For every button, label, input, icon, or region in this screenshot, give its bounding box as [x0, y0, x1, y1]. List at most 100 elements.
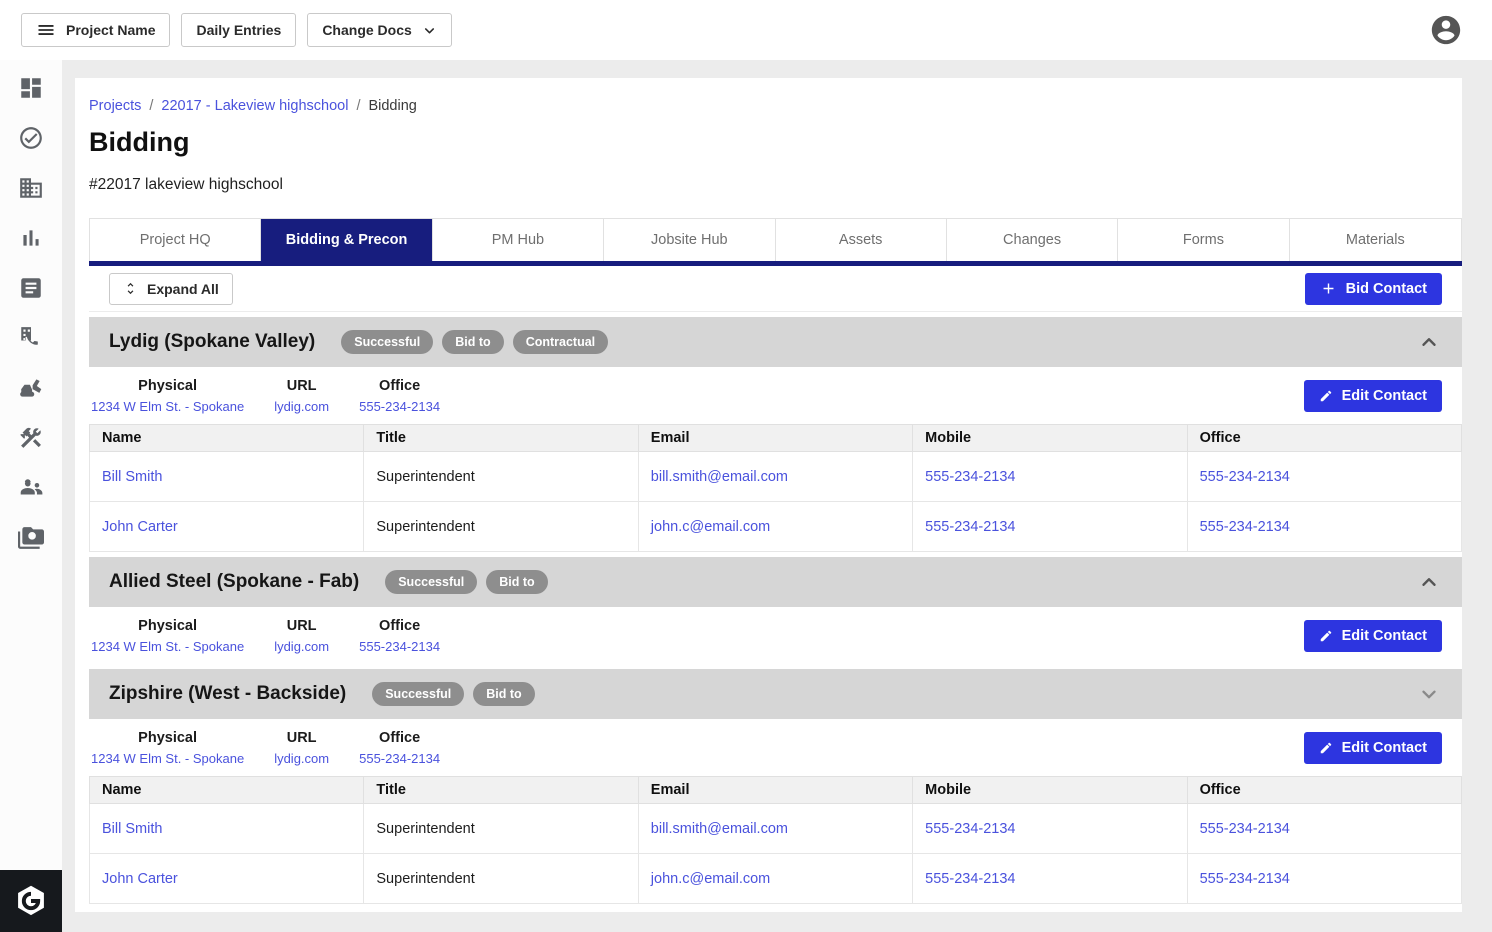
name-link[interactable]: John Carter [90, 502, 364, 552]
column-header-office: Office [1187, 425, 1461, 452]
physical-link[interactable]: 1234 W Elm St. - Spokane [91, 399, 244, 414]
contact-fields: Physical1234 W Elm St. - SpokaneURLlydig… [89, 378, 455, 414]
contact-field-label: Office [359, 730, 440, 746]
tasks-icon[interactable] [18, 125, 44, 151]
office-link[interactable]: 555-234-2134 [1187, 804, 1461, 854]
section-title: Lydig (Spokane Valley) [109, 331, 315, 353]
edit-contact-button[interactable]: Edit Contact [1304, 732, 1442, 764]
edit-contact-button[interactable]: Edit Contact [1304, 380, 1442, 412]
status-badge-successful: Successful [372, 682, 464, 706]
tab-changes[interactable]: Changes [947, 219, 1118, 261]
expand-all-button[interactable]: Expand All [109, 273, 233, 305]
email-link[interactable]: john.c@email.com [638, 854, 912, 904]
hexagon-logo-icon [13, 883, 49, 919]
documents-icon[interactable] [18, 275, 44, 301]
chevron-down-icon[interactable] [1418, 683, 1440, 705]
office-link[interactable]: 555-234-2134 [1187, 452, 1461, 502]
chevron-up-icon[interactable] [1418, 571, 1440, 593]
tab-materials[interactable]: Materials [1290, 219, 1461, 261]
office-link[interactable]: 555-234-2134 [359, 639, 440, 654]
chevron-up-icon[interactable] [1418, 331, 1440, 353]
tools-icon[interactable] [18, 425, 44, 451]
contact-field-label: Physical [91, 618, 244, 634]
project-name-button[interactable]: Project Name [21, 13, 170, 47]
tab-bidding-precon[interactable]: Bidding & Precon [261, 219, 432, 261]
contact-field-office: Office 555-234-2134 [359, 618, 440, 654]
status-badge-bid-to: Bid to [442, 330, 503, 354]
mobile-link[interactable]: 555-234-2134 [913, 854, 1187, 904]
bid-contact-button[interactable]: Bid Contact [1305, 273, 1442, 305]
title-cell: Superintendent [364, 854, 638, 904]
column-header-email: Email [638, 425, 912, 452]
change-docs-label: Change Docs [322, 22, 411, 38]
column-header-title: Title [364, 777, 638, 804]
breadcrumb-item-bidding: Bidding [368, 98, 416, 114]
tab-pm-hub[interactable]: PM Hub [433, 219, 604, 261]
column-header-email: Email [638, 777, 912, 804]
pencil-icon [1319, 629, 1333, 643]
tab-forms[interactable]: Forms [1118, 219, 1289, 261]
table-row: John CarterSuperintendentjohn.c@email.co… [90, 854, 1462, 904]
email-link[interactable]: bill.smith@email.com [638, 804, 912, 854]
reports-icon[interactable] [18, 225, 44, 251]
contacts-table: NameTitleEmailMobileOfficeBill SmithSupe… [89, 776, 1462, 904]
company-icon[interactable] [18, 175, 44, 201]
tab-bar: Project HQBidding & PreconPM HubJobsite … [89, 218, 1462, 261]
contact-field-label: Office [359, 618, 440, 634]
contact-fields: Physical1234 W Elm St. - SpokaneURLlydig… [89, 730, 455, 766]
office-link[interactable]: 555-234-2134 [1187, 502, 1461, 552]
column-header-name: Name [90, 777, 364, 804]
edit-contact-button[interactable]: Edit Contact [1304, 620, 1442, 652]
url-link[interactable]: lydig.com [274, 751, 329, 766]
account-avatar-icon[interactable] [1429, 13, 1463, 47]
pencil-icon [1319, 741, 1333, 755]
url-link[interactable]: lydig.com [274, 399, 329, 414]
directory-icon[interactable] [18, 325, 44, 351]
table-row: Bill SmithSuperintendentbill.smith@email… [90, 804, 1462, 854]
page-title: Bidding [89, 127, 1462, 158]
section-title: Allied Steel (Spokane - Fab) [109, 571, 359, 593]
tab-assets[interactable]: Assets [776, 219, 947, 261]
contact-field-label: Physical [91, 730, 244, 746]
office-link[interactable]: 555-234-2134 [1187, 854, 1461, 904]
daily-entries-button[interactable]: Daily Entries [181, 13, 296, 47]
contact-field-label: Office [359, 378, 440, 394]
section-title: Zipshire (West - Backside) [109, 683, 346, 705]
contact-info-row: Physical1234 W Elm St. - SpokaneURLlydig… [89, 719, 1462, 776]
name-link[interactable]: John Carter [90, 854, 364, 904]
url-link[interactable]: lydig.com [274, 639, 329, 654]
dashboard-icon[interactable] [18, 75, 44, 101]
email-link[interactable]: john.c@email.com [638, 502, 912, 552]
contact-field-url: URLlydig.com [274, 378, 329, 414]
breadcrumb-item-22017-lakeview-highschool[interactable]: 22017 - Lakeview highschool [161, 98, 348, 114]
tab-project-hq[interactable]: Project HQ [90, 219, 261, 261]
status-badges: SuccessfulBid to [385, 570, 547, 594]
column-header-office: Office [1187, 777, 1461, 804]
hamburger-menu-icon[interactable] [36, 20, 56, 40]
physical-link[interactable]: 1234 W Elm St. - Spokane [91, 751, 244, 766]
pencil-icon [1319, 389, 1333, 403]
name-link[interactable]: Bill Smith [90, 804, 364, 854]
mobile-link[interactable]: 555-234-2134 [913, 804, 1187, 854]
crew-icon[interactable] [18, 475, 44, 501]
app-logo-button[interactable] [0, 870, 62, 932]
name-link[interactable]: Bill Smith [90, 452, 364, 502]
change-docs-button[interactable]: Change Docs [307, 13, 451, 47]
status-badge-bid-to: Bid to [486, 570, 547, 594]
mobile-link[interactable]: 555-234-2134 [913, 502, 1187, 552]
section-header: Zipshire (West - Backside)SuccessfulBid … [89, 669, 1462, 719]
tab-jobsite-hub[interactable]: Jobsite Hub [604, 219, 775, 261]
mobile-link[interactable]: 555-234-2134 [913, 452, 1187, 502]
breadcrumb-separator: / [348, 98, 368, 114]
title-cell: Superintendent [364, 452, 638, 502]
office-link[interactable]: 555-234-2134 [359, 751, 440, 766]
email-link[interactable]: bill.smith@email.com [638, 452, 912, 502]
contact-field-office: Office 555-234-2134 [359, 378, 440, 414]
media-icon[interactable] [18, 525, 44, 551]
breadcrumb-item-projects[interactable]: Projects [89, 98, 141, 114]
office-link[interactable]: 555-234-2134 [359, 399, 440, 414]
equipment-icon[interactable] [18, 375, 44, 401]
physical-link[interactable]: 1234 W Elm St. - Spokane [91, 639, 244, 654]
main-area: Projects/22017 - Lakeview highschool/Bid… [62, 60, 1492, 932]
toolbar: Expand All Bid Contact [89, 266, 1462, 312]
